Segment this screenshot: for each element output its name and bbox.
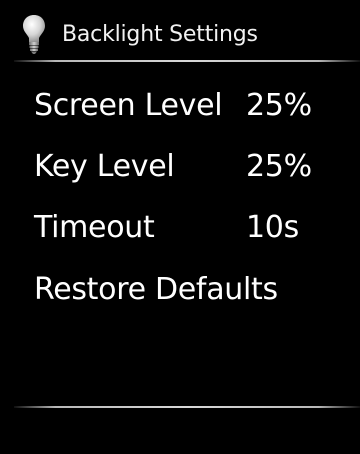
- menu-item-label: Key Level: [34, 149, 175, 184]
- menu-item-value: 25%: [246, 149, 312, 184]
- backlight-settings-screen: Backlight Settings Screen Level 25% Key …: [0, 0, 360, 454]
- menu-item-restore-defaults[interactable]: Restore Defaults: [0, 270, 360, 326]
- menu-item-value: 25%: [246, 88, 312, 123]
- menu-item-value: 10s: [246, 210, 299, 245]
- page-title: Backlight Settings: [62, 22, 258, 47]
- menu-item-timeout[interactable]: Timeout 10s: [0, 208, 360, 264]
- menu-item-label: Timeout: [34, 210, 155, 245]
- menu-item-label: Screen Level: [34, 88, 223, 123]
- menu-item-screen-level[interactable]: Screen Level 25%: [0, 86, 360, 142]
- footer-divider: [14, 406, 360, 408]
- menu-item-label: Restore Defaults: [34, 272, 278, 307]
- menu-item-key-level[interactable]: Key Level 25%: [0, 147, 360, 203]
- lightbulb-icon: [22, 14, 46, 56]
- header-divider: [14, 60, 360, 62]
- header: Backlight Settings: [0, 0, 360, 62]
